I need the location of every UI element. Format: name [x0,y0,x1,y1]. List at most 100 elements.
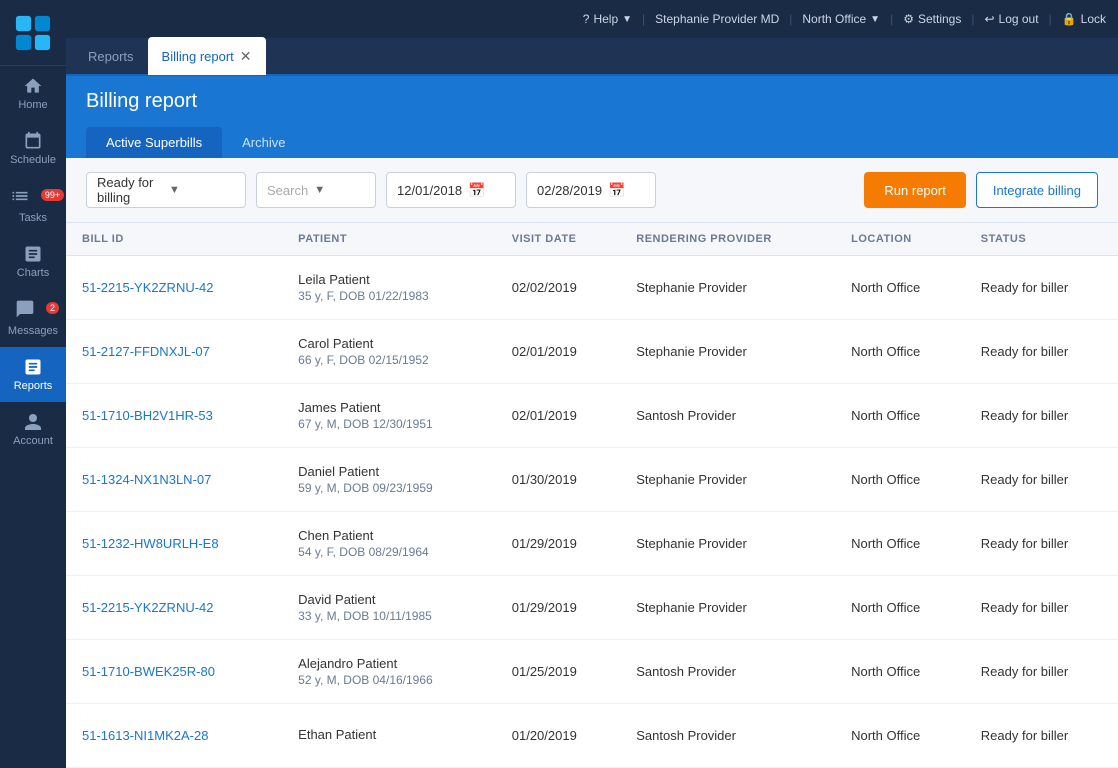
logout-button[interactable]: ↩ Log out [984,12,1038,26]
search-label: Search [267,183,308,198]
cell-bill-id: 51-2215-YK2ZRNU-42 [66,256,282,320]
user-label: Stephanie Provider MD [655,12,779,26]
date-from-input[interactable]: 12/01/2018 📅 [386,172,516,208]
cell-patient: Alejandro Patient52 y, M, DOB 04/16/1966 [282,640,496,704]
bill-id-link[interactable]: 51-2127-FFDNXJL-07 [82,344,210,359]
sidebar-item-account[interactable]: Account [0,402,66,457]
cell-location: North Office [835,640,965,704]
cell-patient: Leila Patient35 y, F, DOB 01/22/1983 [282,256,496,320]
run-report-button[interactable]: Run report [864,172,965,208]
sidebar-label-messages: Messages [8,325,58,337]
sidebar-item-reports[interactable]: Reports [0,347,66,402]
search-filter[interactable]: Search ▼ [256,172,376,208]
calendar-to-icon: 📅 [608,182,625,199]
cell-bill-id: 51-1710-BWEK25R-80 [66,640,282,704]
status-filter[interactable]: Ready for billing ▼ [86,172,246,208]
cell-visit-date: 01/29/2019 [496,512,621,576]
calendar-icon [23,131,43,151]
bill-id-link[interactable]: 51-2215-YK2ZRNU-42 [82,600,214,615]
office-caret-icon: ▼ [870,14,880,25]
patient-name: Chen Patient [298,528,480,543]
page-title: Billing report [86,90,197,112]
patient-info: 67 y, M, DOB 12/30/1951 [298,417,480,431]
bill-id-link[interactable]: 51-1710-BH2V1HR-53 [82,408,213,423]
cell-status: Ready for biller [965,320,1118,384]
date-to-input[interactable]: 02/28/2019 📅 [526,172,656,208]
cell-patient: Chen Patient 54 y, F, DOB 08/29/1964 [282,512,496,576]
lock-label: Lock [1081,12,1106,26]
table-row: 51-1710-BH2V1HR-53 James Patient 67 y, M, … [66,384,1118,448]
help-caret-icon: ▼ [622,14,632,25]
user-name: Stephanie Provider MD [655,12,779,26]
table-row: 51-2215-YK2ZRNU-42David Patient33 y, M, … [66,576,1118,640]
subtab-active-superbills[interactable]: Active Superbills [86,127,222,158]
patient-info: 52 y, M, DOB 04/16/1966 [298,673,480,687]
filters-row: Ready for billing ▼ Search ▼ 12/01/2018 … [66,158,1118,223]
table-header: BILL ID PATIENT VISIT DATE RENDERING PRO… [66,223,1118,256]
office-selector[interactable]: North Office ▼ [802,12,880,26]
home-icon [23,76,43,96]
help-label: Help [593,12,618,26]
integrate-billing-button[interactable]: Integrate billing [976,172,1098,208]
sidebar-item-home[interactable]: Home [0,66,66,121]
sidebar-item-charts[interactable]: Charts [0,234,66,289]
cell-visit-date: 01/25/2019 [496,640,621,704]
tasks-icon [10,186,30,206]
tab-billing-report-label: Billing report [162,49,234,64]
messages-badge: 2 [46,302,59,314]
bill-id-link[interactable]: 51-1324-NX1N3LN-07 [82,472,211,487]
logo [0,0,66,66]
subtab-archive-label: Archive [242,135,285,150]
cell-status: Ready for biller [965,384,1118,448]
sidebar-item-schedule[interactable]: Schedule [0,121,66,176]
date-to-value: 02/28/2019 [537,183,602,198]
bill-id-link[interactable]: 51-2215-YK2ZRNU-42 [82,280,214,295]
main-area: ? Help ▼ | Stephanie Provider MD | North… [66,0,1118,768]
sidebar-label-charts: Charts [17,267,49,279]
cell-bill-id: 51-1324-NX1N3LN-07 [66,448,282,512]
bill-id-link[interactable]: 51-1232-HW8URLH-E8 [82,536,219,551]
content-area: Billing report Active Superbills Archive… [66,76,1118,768]
sidebar-item-messages[interactable]: 2 Messages [0,289,66,347]
table-row: 51-2215-YK2ZRNU-42 Leila Patient35 y, F, … [66,256,1118,320]
logout-icon: ↩ [984,12,994,26]
cell-visit-date: 02/01/2019 [496,384,621,448]
cell-visit-date: 01/30/2019 [496,448,621,512]
office-label: North Office [802,12,866,26]
billing-table: BILL ID PATIENT VISIT DATE RENDERING PRO… [66,223,1118,768]
tab-reports[interactable]: Reports [74,37,148,75]
cell-rendering-provider: Santosh Provider [620,384,835,448]
tab-reports-label: Reports [88,49,134,64]
cell-status: Ready for biller [965,256,1118,320]
col-bill-id: BILL ID [66,223,282,256]
bill-id-link[interactable]: 51-1613-NI1MK2A-28 [82,728,208,743]
patient-info: 54 y, F, DOB 08/29/1964 [298,545,480,559]
cell-status: Ready for biller [965,704,1118,768]
col-rendering-provider: RENDERING PROVIDER [620,223,835,256]
cell-bill-id: 51-2215-YK2ZRNU-42 [66,576,282,640]
cell-rendering-provider: Santosh Provider [620,704,835,768]
subtab-archive[interactable]: Archive [222,127,305,158]
patient-name: James Patient [298,400,480,415]
settings-label: Settings [918,12,961,26]
cell-rendering-provider: Stephanie Provider [620,576,835,640]
settings-button[interactable]: ⚙ Settings [903,12,961,26]
sidebar-item-tasks[interactable]: 99+ Tasks [0,176,66,234]
close-icon[interactable]: ✕ [240,48,252,65]
col-status: STATUS [965,223,1118,256]
table-row: 51-1613-NI1MK2A-28Ethan Patient01/20/201… [66,704,1118,768]
cell-rendering-provider: Stephanie Provider [620,320,835,384]
tab-billing-report[interactable]: Billing report ✕ [148,37,266,75]
calendar-from-icon: 📅 [468,182,485,199]
cell-bill-id: 51-1710-BH2V1HR-53 [66,384,282,448]
logout-label: Log out [999,12,1039,26]
sidebar-label-reports: Reports [14,380,53,392]
table-row: 51-1232-HW8URLH-E8 Chen Patient 54 y, F, D… [66,512,1118,576]
patient-name: Daniel Patient [298,464,480,479]
help-button[interactable]: ? Help ▼ [583,12,632,26]
cell-location: North Office [835,576,965,640]
bill-id-link[interactable]: 51-1710-BWEK25R-80 [82,664,215,679]
help-icon: ? [583,12,590,26]
tabbar: Reports Billing report ✕ [66,38,1118,76]
lock-button[interactable]: 🔒 Lock [1062,12,1106,26]
